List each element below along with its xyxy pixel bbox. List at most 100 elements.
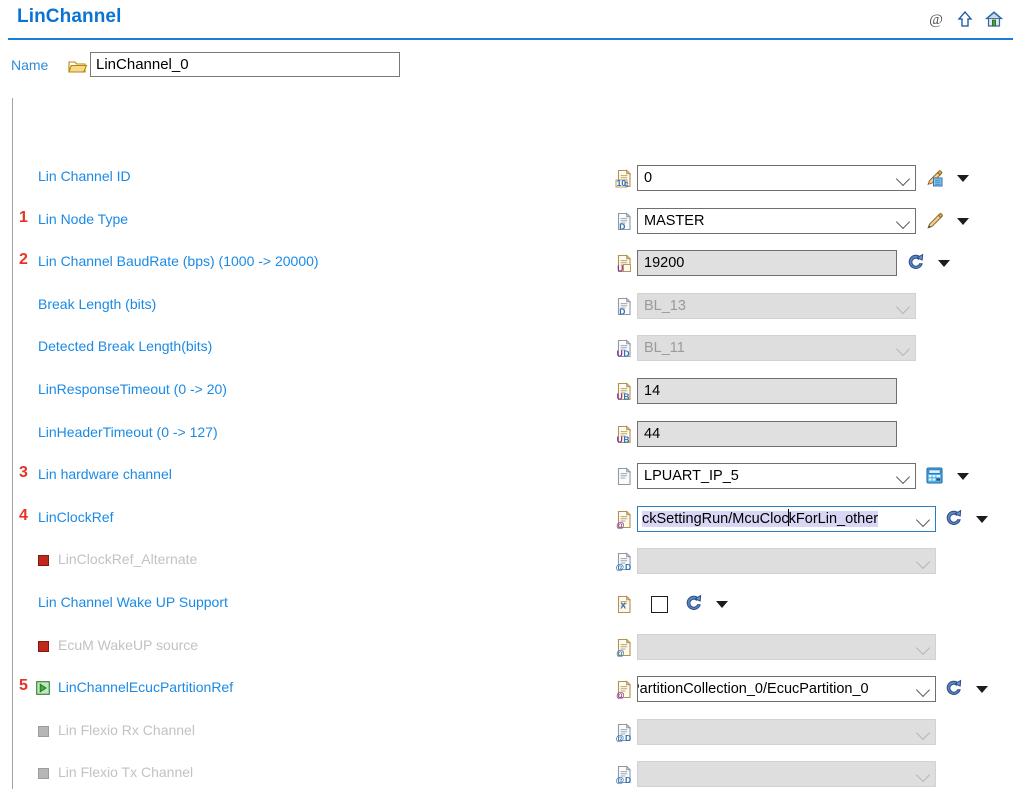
property-field[interactable]: ckSettingRun/McuClockForLin_other [637, 506, 936, 532]
svg-text:@: @ [616, 520, 624, 530]
property-field[interactable]: 0 [637, 165, 916, 191]
dropdown-arrow-icon[interactable] [957, 218, 969, 225]
calculator-icon[interactable] [925, 466, 945, 486]
step-marker: 3 [19, 464, 28, 481]
property-label[interactable]: Lin Channel Wake UP Support [38, 594, 228, 610]
dropdown-arrow-icon[interactable] [957, 473, 969, 480]
property-label[interactable]: Lin Channel BaudRate (bps) (1000 -> 2000… [38, 253, 319, 269]
property-label[interactable]: LinChannelEcucPartitionRef [58, 679, 233, 695]
property-row: 5 LinChannelEcucPartitionRef @ PartitionCol… [0, 672, 1013, 708]
property-label: Lin Flexio Rx Channel [58, 722, 195, 738]
property-label[interactable]: LinClockRef [38, 509, 113, 525]
doc-x-icon: X [617, 595, 632, 614]
property-label[interactable]: Detected Break Length(bits) [38, 338, 212, 354]
gray-square-icon [38, 768, 49, 779]
property-label[interactable]: LinHeaderTimeout (0 -> 127) [38, 424, 218, 440]
svg-text:U: U [617, 264, 623, 274]
property-field[interactable]: LPUART_IP_5 [637, 463, 916, 489]
svg-text:X: X [620, 601, 626, 611]
doc-at-d-icon: @ D [616, 552, 632, 572]
svg-text:D: D [619, 222, 625, 232]
property-field[interactable]: PartitionCollection_0/EcucPartition_0 [637, 676, 936, 702]
doc-ub-icon: UB [617, 382, 632, 402]
value-part-before-caret: ckSettingRun/McuCloc [642, 511, 789, 527]
doc-at-u-icon: @ [616, 680, 632, 700]
header-icon-group: @ [927, 10, 1003, 28]
svg-text:D: D [625, 775, 631, 785]
dropdown-arrow-icon[interactable] [957, 175, 969, 182]
property-row: 3 Lin hardware channel LPUART_IP_5 [0, 459, 1013, 495]
header-divider [8, 38, 1013, 40]
recalculate-icon[interactable] [944, 509, 964, 529]
svg-text:B: B [623, 392, 629, 402]
property-label[interactable]: Lin hardware channel [38, 466, 172, 482]
up-arrow-icon[interactable] [956, 10, 974, 28]
svg-text:U: U [617, 392, 623, 402]
name-label: Name [11, 57, 49, 73]
doc-d-icon: D [617, 297, 632, 317]
doc-ud-icon: UD [617, 339, 632, 359]
property-label[interactable]: Break Length (bits) [38, 296, 156, 312]
dropdown-arrow-icon[interactable] [716, 601, 728, 608]
property-row: 4 LinClockRef @ ckSettingRun/McuClockForLin… [0, 502, 1013, 538]
home-icon[interactable] [985, 10, 1003, 28]
property-row: 2 Lin Channel BaudRate (bps) (1000 -> 200… [0, 246, 1013, 282]
property-row: Lin Channel Wake UP Support X [0, 587, 1013, 623]
step-marker: 2 [19, 251, 28, 268]
property-label: Lin Flexio Tx Channel [58, 764, 194, 780]
doc-u-icon: U [617, 254, 632, 274]
property-row: Detected Break Length(bits) U D BL_11 [0, 331, 1013, 367]
svg-text:@: @ [616, 690, 624, 700]
property-row: EcuM WakeUP source @ [0, 630, 1013, 666]
property-row: LinHeaderTimeout (0 -> 127) U B 44 [0, 417, 1013, 453]
property-row: Lin Flexio Rx Channel @ D [0, 715, 1013, 751]
open-folder-icon[interactable] [68, 59, 87, 74]
property-field[interactable]: 14 [637, 378, 897, 404]
doc-at-icon: @ [616, 638, 632, 658]
svg-text:D: D [623, 349, 629, 359]
doc-ub-icon: UB [617, 425, 632, 445]
svg-text:@: @ [616, 733, 624, 743]
step-marker: 1 [19, 209, 28, 226]
property-field[interactable]: 44 [637, 421, 897, 447]
property-row: Lin Channel ID 10 c 0 [0, 161, 1013, 197]
property-row: Lin Flexio Tx Channel @ D [0, 757, 1013, 789]
doc-plain-icon [617, 467, 632, 486]
step-marker: 4 [19, 507, 28, 524]
dropdown-arrow-icon[interactable] [976, 516, 988, 523]
recalculate-icon[interactable] [906, 253, 926, 273]
doc-d-icon: D [617, 212, 632, 232]
step-marker: 5 [19, 677, 28, 694]
red-square-icon [38, 641, 49, 652]
property-label[interactable]: LinResponseTimeout (0 -> 20) [38, 381, 227, 397]
property-row: Break Length (bits) D BL_13 [0, 289, 1013, 325]
svg-text:B: B [623, 435, 629, 445]
red-square-icon [38, 555, 49, 566]
page-title: LinChannel [17, 6, 122, 27]
editor-header: LinChannel @ [0, 0, 1013, 41]
wakeup-support-checkbox[interactable] [651, 596, 668, 613]
property-field: BL_11 [637, 335, 916, 361]
property-field[interactable]: MASTER [637, 208, 916, 234]
property-field: BL_13 [637, 293, 916, 319]
property-label[interactable]: Lin Channel ID [38, 168, 131, 184]
property-field [637, 548, 936, 574]
recalculate-icon[interactable] [684, 594, 704, 614]
property-label[interactable]: Lin Node Type [38, 211, 128, 227]
name-input[interactable] [90, 52, 400, 77]
at-icon[interactable]: @ [927, 10, 945, 28]
doc-hex-icon: 10c [615, 169, 632, 188]
linchannel-editor: LinChannel @ Name LinChannel_0 Lin Chann… [0, 0, 1013, 789]
dropdown-arrow-icon[interactable] [938, 260, 950, 267]
pencil-calc-icon[interactable] [925, 168, 945, 188]
property-label: LinClockRef_Alternate [58, 551, 198, 567]
pencil-icon[interactable] [925, 211, 945, 231]
svg-text:D: D [625, 733, 631, 743]
property-field[interactable]: 19200 [637, 250, 897, 276]
property-row: LinClockRef_Alternate @ D [0, 544, 1013, 580]
svg-text:@: @ [616, 775, 624, 785]
property-row: 1 Lin Node Type D MASTER [0, 204, 1013, 240]
recalculate-icon[interactable] [944, 679, 964, 699]
dropdown-arrow-icon[interactable] [976, 686, 988, 693]
property-label: EcuM WakeUP source [58, 637, 199, 653]
